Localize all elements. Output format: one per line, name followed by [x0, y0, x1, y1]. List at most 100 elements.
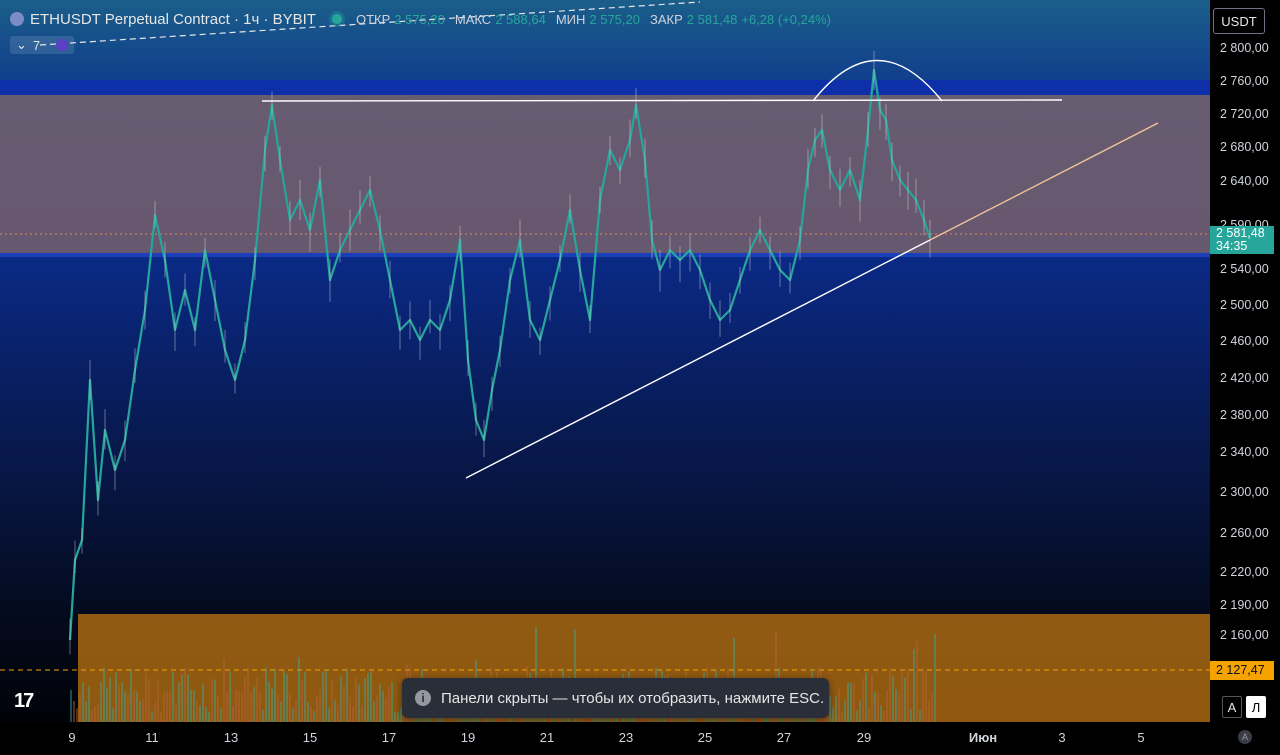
volume-bar — [298, 657, 300, 722]
volume-bar — [217, 695, 219, 722]
volume-bar — [352, 706, 354, 722]
time-axis[interactable]: 9 11 13 15 17 19 21 23 25 27 29 Июн 3 5 — [0, 722, 1280, 755]
time-tick: 11 — [145, 730, 159, 745]
volume-bar — [202, 683, 204, 722]
volume-bar — [196, 701, 198, 722]
volume-bar — [892, 675, 894, 722]
indicators-toggle[interactable]: ⌄ 7 — [10, 36, 75, 54]
volume-bar — [193, 690, 195, 722]
volume-bar — [343, 685, 345, 722]
volume-bar — [349, 696, 351, 722]
auto-scale-button[interactable]: A — [1222, 696, 1242, 718]
currency-selector[interactable]: USDT — [1213, 8, 1265, 34]
volume-bar — [226, 692, 228, 722]
symbol-title[interactable]: ETHUSDT Perpetual Contract · 1ч · BYBIT — [30, 11, 316, 28]
volume-bar — [136, 691, 138, 722]
volume-bar — [895, 689, 897, 722]
volume-bar — [844, 700, 846, 722]
chart-settings-button[interactable]: A — [1238, 730, 1252, 744]
price-axis[interactable]: 2 800,00 2 760,00 2 720,00 2 680,00 2 640,00… — [1210, 0, 1280, 722]
volume-bar — [277, 694, 279, 722]
last-price-tag: 2 581,48 34:35 — [1210, 226, 1274, 254]
volume-bar — [319, 689, 321, 722]
volume-bar — [100, 681, 102, 722]
volume-bar — [850, 683, 852, 722]
volume-bar — [187, 674, 189, 722]
volume-bar — [259, 692, 261, 722]
volume-bar — [886, 690, 888, 722]
time-tick: 15 — [302, 730, 318, 745]
volume-bar — [289, 693, 291, 722]
high-value: 2 588,64 — [495, 11, 546, 27]
volume-bar — [295, 700, 297, 722]
volume-bar — [358, 684, 360, 722]
ascending-trendline — [465, 239, 931, 479]
tradingview-logo-icon[interactable]: 17 — [14, 690, 34, 713]
volume-bar — [91, 709, 93, 722]
volume-bar — [874, 691, 876, 722]
volume-bar — [208, 711, 210, 722]
volume-bar — [190, 689, 192, 722]
indicator-dot-icon[interactable] — [56, 39, 69, 51]
change-value: +6,28 (+0,24%) — [741, 11, 831, 27]
open-value: 2 575,20 — [394, 11, 445, 27]
log-scale-button[interactable]: Л — [1246, 696, 1266, 718]
volume-bar — [292, 708, 294, 722]
volume-bar — [865, 672, 867, 722]
volume-bar — [220, 708, 222, 722]
open-label: ОТКР — [355, 11, 391, 27]
time-tick: Июн — [968, 730, 998, 745]
volume-bar — [97, 703, 99, 722]
volume-bar — [328, 708, 330, 722]
level-price-tag: 2 127,47 — [1210, 661, 1274, 680]
volume-bar — [280, 701, 282, 722]
volume-bar — [253, 687, 255, 722]
info-icon: i — [415, 690, 431, 706]
volume-bar — [286, 674, 288, 722]
volume-bar — [307, 701, 309, 722]
volume-bar — [355, 678, 357, 722]
price-tick: 2 220,00 — [1220, 565, 1269, 579]
volume-bar — [373, 701, 375, 722]
volume-bar — [211, 678, 213, 722]
volume-bar — [85, 701, 87, 722]
time-tick: 3 — [1058, 730, 1066, 745]
volume-bar — [883, 711, 885, 722]
volume-bar — [154, 702, 156, 722]
chart-area[interactable]: ETHUSDT Perpetual Contract · 1ч · BYBIT … — [0, 0, 1210, 722]
volume-bar — [907, 668, 909, 722]
price-tick: 2 160,00 — [1220, 628, 1269, 642]
volume-bar — [127, 693, 129, 722]
volume-bar — [139, 701, 141, 722]
volume-bar — [385, 698, 387, 722]
volume-bar — [178, 682, 180, 722]
time-tick: 29 — [856, 730, 872, 745]
price-tick: 2 720,00 — [1220, 107, 1269, 121]
price-tick: 2 190,00 — [1220, 598, 1269, 612]
chevron-down-icon: ⌄ — [16, 37, 27, 52]
volume-bar — [151, 710, 153, 722]
volume-bar — [388, 686, 390, 722]
volume-bar — [364, 678, 366, 722]
volume-bar — [928, 700, 930, 722]
volume-bar — [379, 684, 381, 722]
volume-bar — [310, 706, 312, 722]
volume-bar — [331, 679, 333, 722]
market-status-icon[interactable] — [331, 14, 342, 24]
volume-bar — [868, 707, 870, 722]
volume-bar — [88, 686, 90, 722]
time-tick: 25 — [697, 730, 713, 745]
close-value: 2 581,48 — [686, 11, 738, 27]
volume-bar — [931, 692, 933, 722]
chart-canvas[interactable] — [0, 0, 1210, 722]
volume-bar — [103, 667, 105, 722]
volume-bar — [181, 674, 183, 722]
price-tick: 2 800,00 — [1220, 41, 1269, 55]
low-label: МИН — [555, 11, 586, 27]
volume-bar — [256, 678, 258, 722]
price-tick: 2 300,00 — [1220, 485, 1269, 499]
low-value: 2 575,20 — [589, 11, 640, 27]
volume-bar — [130, 669, 132, 722]
hidden-panels-toast[interactable]: i Панели скрыты — чтобы их отобразить, н… — [402, 678, 829, 718]
volume-bar — [934, 633, 936, 722]
